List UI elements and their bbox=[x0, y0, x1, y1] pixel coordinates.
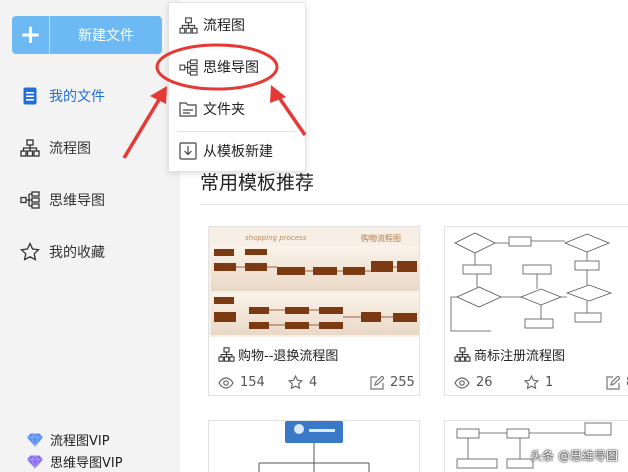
card-stats: 26 1 8 bbox=[454, 375, 628, 390]
flowchart-icon bbox=[218, 347, 235, 362]
diamond-icon bbox=[27, 454, 43, 469]
new-file-button[interactable]: + 新建文件 bbox=[12, 16, 162, 54]
dropdown-item-label: 文件夹 bbox=[203, 102, 245, 118]
mindmap-icon bbox=[19, 189, 41, 211]
watermark-text: 头条 @思维导图 bbox=[530, 449, 618, 463]
star-icon bbox=[288, 375, 303, 390]
edit-count: 255 bbox=[370, 375, 415, 390]
edit-icon bbox=[370, 375, 384, 390]
flowchart-icon bbox=[19, 137, 41, 159]
template-thumbnail: shopping process 购物流程图 bbox=[209, 227, 419, 337]
sidebar-item-label: 思维导图 bbox=[49, 193, 105, 209]
template-card-trademark[interactable]: 商标注册流程图 26 1 8 bbox=[444, 226, 628, 396]
template-icon bbox=[178, 141, 198, 161]
mindmap-icon bbox=[178, 57, 198, 77]
like-count[interactable]: 4 bbox=[288, 375, 370, 390]
dropdown-item-folder[interactable]: 文件夹 bbox=[169, 93, 305, 125]
view-count: 154 bbox=[218, 375, 288, 390]
dropdown-item-mindmap[interactable]: 思维导图 bbox=[169, 51, 305, 83]
dropdown-item-flowchart[interactable]: 流程图 bbox=[169, 9, 305, 41]
sidebar: + 新建文件 我的文件 流程图 思维导图 我的收藏 流程图VIP 思维导图VIP bbox=[0, 0, 180, 472]
card-title: 购物--退换流程图 bbox=[218, 345, 338, 364]
view-count: 26 bbox=[454, 375, 524, 390]
card-title-text: 购物--退换流程图 bbox=[238, 349, 339, 364]
section-title: 常用模板推荐 bbox=[200, 172, 315, 194]
sidebar-item-label: 我的文件 bbox=[49, 89, 105, 105]
document-icon bbox=[19, 85, 41, 107]
flowchart-icon bbox=[454, 347, 471, 362]
folder-icon bbox=[178, 99, 198, 119]
watermark: 头条 @思维导图 bbox=[530, 447, 618, 464]
mindmap-vip-link[interactable]: 思维导图VIP bbox=[26, 452, 123, 471]
star-icon bbox=[524, 375, 539, 390]
template-card-process[interactable] bbox=[444, 420, 628, 472]
edit-count: 8 bbox=[606, 375, 628, 390]
new-file-label: 新建文件 bbox=[78, 28, 134, 44]
eye-icon bbox=[454, 376, 470, 389]
edit-icon bbox=[606, 375, 620, 390]
thumb-caption: shopping process bbox=[245, 234, 307, 242]
flowchart-vip-link[interactable]: 流程图VIP bbox=[26, 430, 110, 449]
plus-icon: + bbox=[12, 16, 50, 54]
diamond-icon bbox=[27, 432, 43, 447]
template-thumbnail bbox=[445, 227, 628, 337]
sidebar-item-label: 我的收藏 bbox=[49, 245, 105, 261]
divider bbox=[200, 204, 628, 205]
card-title-text: 商标注册流程图 bbox=[474, 349, 566, 364]
sidebar-item-flowchart[interactable]: 流程图 bbox=[0, 128, 180, 168]
dropdown-item-from-template[interactable]: 从模板新建 bbox=[169, 135, 305, 167]
card-stats: 154 4 255 bbox=[218, 375, 418, 390]
dropdown-item-label: 从模板新建 bbox=[203, 144, 273, 160]
template-thumbnail bbox=[258, 421, 370, 472]
like-count[interactable]: 1 bbox=[524, 375, 606, 390]
card-title: 商标注册流程图 bbox=[454, 345, 565, 364]
flowchart-icon bbox=[178, 15, 198, 35]
star-icon bbox=[19, 241, 41, 263]
dropdown-item-label: 思维导图 bbox=[203, 60, 259, 76]
vip-label: 思维导图VIP bbox=[50, 456, 123, 471]
sidebar-item-favorites[interactable]: 我的收藏 bbox=[0, 232, 180, 272]
sidebar-item-label: 流程图 bbox=[49, 141, 91, 157]
sidebar-item-mindmap[interactable]: 思维导图 bbox=[0, 180, 180, 220]
eye-icon bbox=[218, 376, 234, 389]
dropdown-divider bbox=[177, 131, 297, 132]
new-file-dropdown: 流程图 思维导图 文件夹 从模板新建 bbox=[168, 2, 306, 172]
sidebar-item-my-files[interactable]: 我的文件 bbox=[0, 76, 180, 116]
template-card-org-chart[interactable] bbox=[208, 420, 420, 472]
dropdown-item-label: 流程图 bbox=[203, 18, 245, 34]
thumb-heading: 购物流程图 bbox=[361, 234, 401, 243]
template-card-shopping[interactable]: shopping process 购物流程图 购物--退换流程图 154 4 2… bbox=[208, 226, 420, 396]
vip-label: 流程图VIP bbox=[50, 434, 110, 449]
